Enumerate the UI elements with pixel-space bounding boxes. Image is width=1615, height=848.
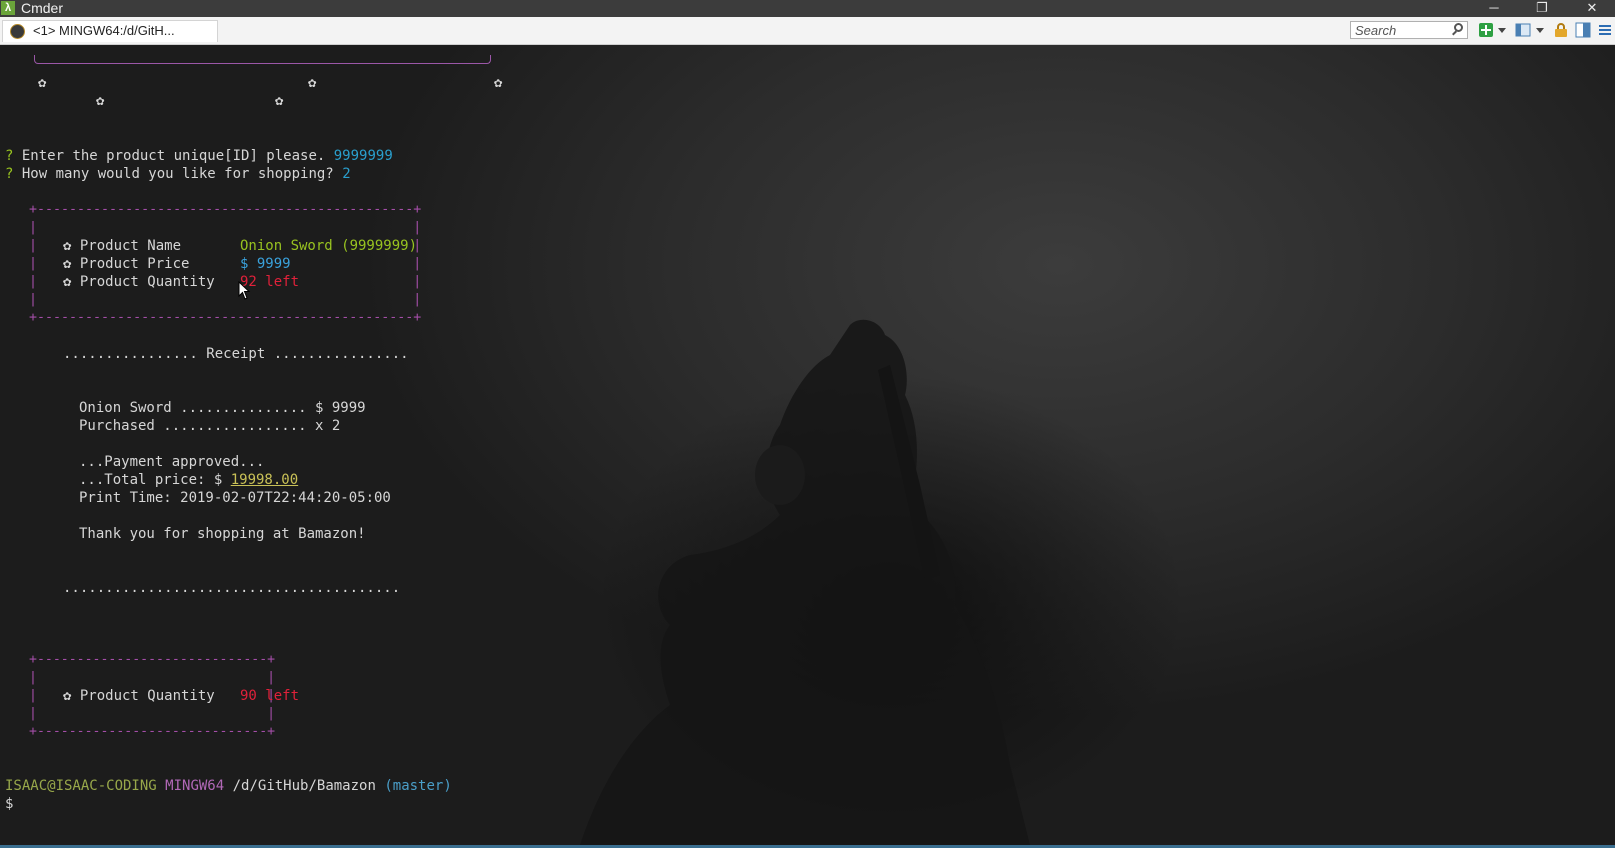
cmder-app-icon: λ <box>1 1 15 15</box>
title-bar: λ Cmder ─ ❐ ✕ <box>0 0 1615 17</box>
receipt-item-line: Onion Sword ............... $ 9999 <box>79 400 366 416</box>
product-price-value: $ 9999 <box>240 256 291 272</box>
close-button[interactable]: ✕ <box>1572 0 1612 17</box>
quantity-box-side: | | <box>29 706 276 721</box>
prompt-path: /d/GitHub/Bamazon <box>232 778 376 794</box>
print-time-line: Print Time: 2019-02-07T22:44:20-05:00 <box>79 490 391 506</box>
remaining-quantity-label: ✿ Product Quantity <box>63 688 215 704</box>
dropdown-icon[interactable] <box>1497 22 1507 38</box>
new-console-icon[interactable] <box>1478 22 1494 38</box>
product-box-side: | | <box>29 220 422 235</box>
quantity-box-side: | | <box>29 670 276 685</box>
star-icon: ✿ <box>494 75 503 91</box>
search-icon[interactable] <box>1454 23 1463 32</box>
window-title: Cmder <box>21 0 64 16</box>
toolbar: <1> MINGW64:/d/GitH... <box>0 17 1615 45</box>
shell-prompt: ISAAC@ISAAC-CODING MINGW64 /d/GitHub/Bam… <box>5 777 452 795</box>
product-box-side: | | <box>29 292 422 307</box>
total-price-value: 19998.00 <box>230 472 299 488</box>
tab-label: <1> MINGW64:/d/GitH... <box>33 23 175 38</box>
quantity-box-top: +-----------------------------+ <box>29 652 276 667</box>
question-text: Enter the product unique[ID] please. <box>21 148 326 164</box>
prompt-marker: ? <box>5 148 14 164</box>
star-icon: ✿ <box>96 93 105 109</box>
star-icon: ✿ <box>308 75 317 91</box>
product-name-label: ✿ Product Name <box>63 238 182 254</box>
product-quantity-label: ✿ Product Quantity <box>63 274 215 290</box>
prompt-env: MINGW64 <box>165 778 225 794</box>
tab-icon <box>10 24 25 39</box>
question-product-id: ? Enter the product unique[ID] please. 9… <box>5 147 393 165</box>
remaining-quantity-value: 90 left <box>240 688 300 704</box>
payment-approved-line: ...Payment approved... <box>79 454 265 470</box>
star-icon: ✿ <box>38 75 47 91</box>
product-box-top: +---------------------------------------… <box>29 202 422 217</box>
receipt-purchased-line: Purchased ................. x 2 <box>79 418 341 434</box>
quantity-box-bottom: +-----------------------------+ <box>29 724 276 739</box>
total-price-line: ...Total price: $ 19998.00 <box>79 471 298 489</box>
mouse-cursor-icon <box>238 281 251 300</box>
layout-icon[interactable] <box>1515 22 1531 38</box>
restore-button[interactable]: ❐ <box>1522 0 1562 17</box>
question-quantity: ? How many would you like for shopping? … <box>5 165 351 183</box>
prompt-user: ISAAC@ISAAC-CODING <box>5 778 157 794</box>
menu-icon[interactable] <box>1597 22 1613 38</box>
prompt-marker: ? <box>5 166 14 182</box>
receipt-footer: ........................................ <box>63 580 401 596</box>
total-price-prefix: ...Total price: $ <box>79 472 231 488</box>
product-price-label: ✿ Product Price <box>63 256 190 272</box>
product-box-bottom: +---------------------------------------… <box>29 310 422 325</box>
thank-you-line: Thank you for shopping at Bamazon! <box>79 526 366 542</box>
command-input-line[interactable]: $ <box>5 795 13 813</box>
dropdown-icon[interactable] <box>1535 22 1545 38</box>
panes-icon[interactable] <box>1575 22 1591 38</box>
terminal-console[interactable]: ✿ ✿ ✿ ✿ ✿ ? Enter the product unique[ID]… <box>0 45 1615 845</box>
console-tab[interactable]: <1> MINGW64:/d/GitH... <box>2 20 218 42</box>
lock-icon[interactable] <box>1553 22 1569 38</box>
product-name-value: Onion Sword (9999999) <box>240 238 418 254</box>
answer-text: 2 <box>342 166 351 182</box>
answer-text: 9999999 <box>333 148 393 164</box>
minimize-button[interactable]: ─ <box>1474 0 1514 17</box>
search-input[interactable] <box>1350 21 1468 39</box>
question-text: How many would you like for shopping? <box>21 166 334 182</box>
prompt-symbol: $ <box>5 796 14 812</box>
star-icon: ✿ <box>275 93 284 109</box>
receipt-header: ................ Receipt ...............… <box>63 346 409 362</box>
prompt-branch: (master) <box>384 778 452 794</box>
